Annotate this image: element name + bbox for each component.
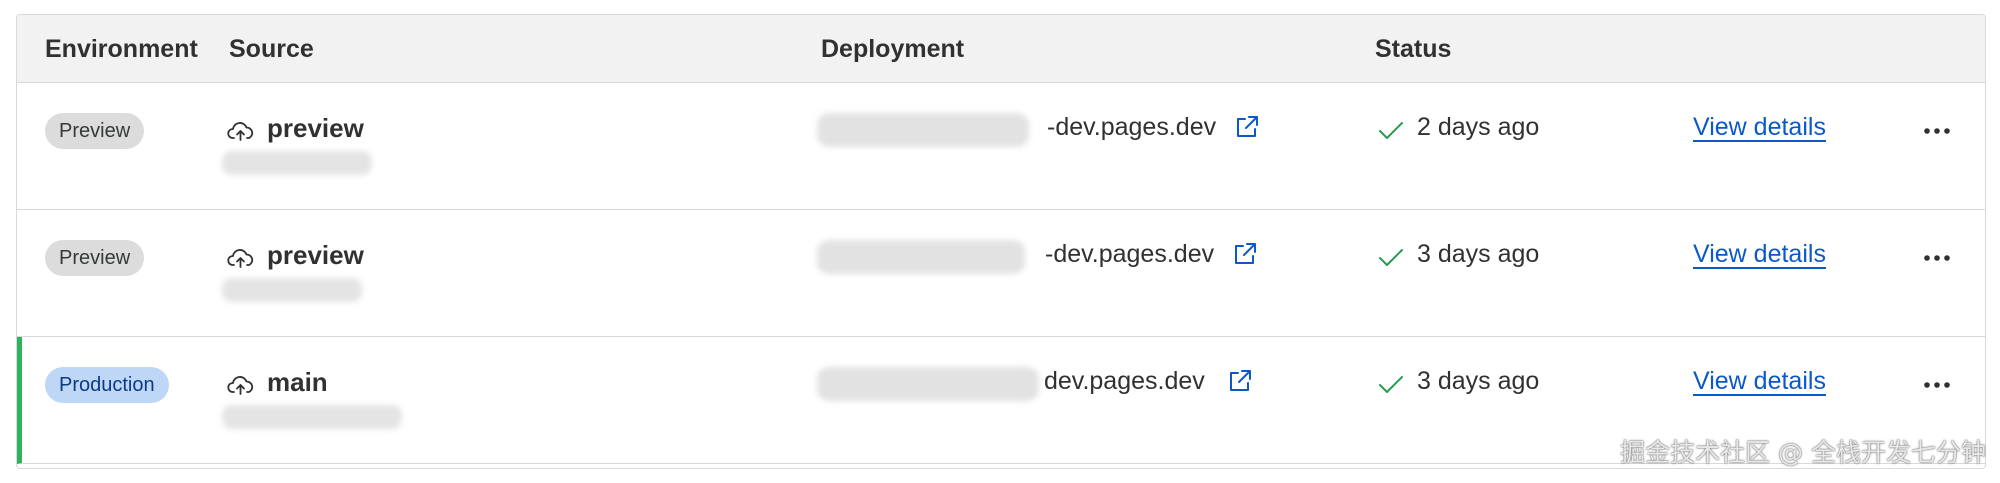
external-link-icon[interactable]	[1233, 113, 1261, 141]
status-text: 3 days ago	[1417, 240, 1540, 268]
deployment-url-redacted	[817, 240, 1025, 274]
column-header-environment: Environment	[45, 35, 198, 63]
status-text: 3 days ago	[1417, 367, 1540, 395]
more-options-icon[interactable]	[1923, 254, 1951, 262]
column-header-status: Status	[1375, 35, 1452, 63]
deployment-url-redacted	[817, 113, 1029, 147]
environment-badge: Preview	[45, 113, 145, 149]
view-details-link[interactable]: View details	[1693, 240, 1826, 269]
status-text: 2 days ago	[1417, 113, 1540, 141]
deployment-url[interactable]: dev.pages.dev	[1044, 367, 1205, 396]
source-branch: preview	[267, 240, 364, 270]
deployment-url-redacted	[817, 367, 1039, 401]
check-icon	[1379, 122, 1403, 139]
environment-badge: Production	[45, 367, 169, 403]
table-header: Environment Source Deployment Status	[17, 15, 1985, 83]
column-header-deployment: Deployment	[821, 35, 965, 63]
view-details-link[interactable]: View details	[1693, 113, 1826, 142]
watermark-text: 掘金技术社区 @ 全栈开发七分钟	[1620, 438, 1986, 467]
more-options-icon[interactable]	[1923, 381, 1951, 389]
table-row: Preview preview -dev.pages.dev 2 days ag…	[17, 83, 1985, 210]
cloud-upload-icon	[227, 376, 254, 395]
table-row: Preview preview -dev.pages.dev 3 days ag…	[17, 210, 1985, 337]
check-icon	[1379, 376, 1403, 393]
more-options-icon[interactable]	[1923, 127, 1951, 135]
environment-badge: Preview	[45, 240, 145, 276]
column-header-source: Source	[229, 35, 314, 63]
source-branch: preview	[267, 113, 364, 143]
source-branch: main	[267, 367, 328, 397]
external-link-icon[interactable]	[1231, 240, 1259, 268]
deployment-url[interactable]: -dev.pages.dev	[1047, 113, 1216, 142]
commit-hash-redacted	[222, 278, 362, 302]
cloud-upload-icon	[227, 122, 254, 141]
deployment-url[interactable]: -dev.pages.dev	[1045, 240, 1214, 269]
deployments-table: Environment Source Deployment Status Pre…	[16, 14, 1986, 469]
commit-hash-redacted	[222, 405, 402, 429]
external-link-icon[interactable]	[1226, 367, 1254, 395]
commit-hash-redacted	[222, 151, 372, 175]
cloud-upload-icon	[227, 249, 254, 268]
check-icon	[1379, 249, 1403, 266]
view-details-link[interactable]: View details	[1693, 367, 1826, 396]
